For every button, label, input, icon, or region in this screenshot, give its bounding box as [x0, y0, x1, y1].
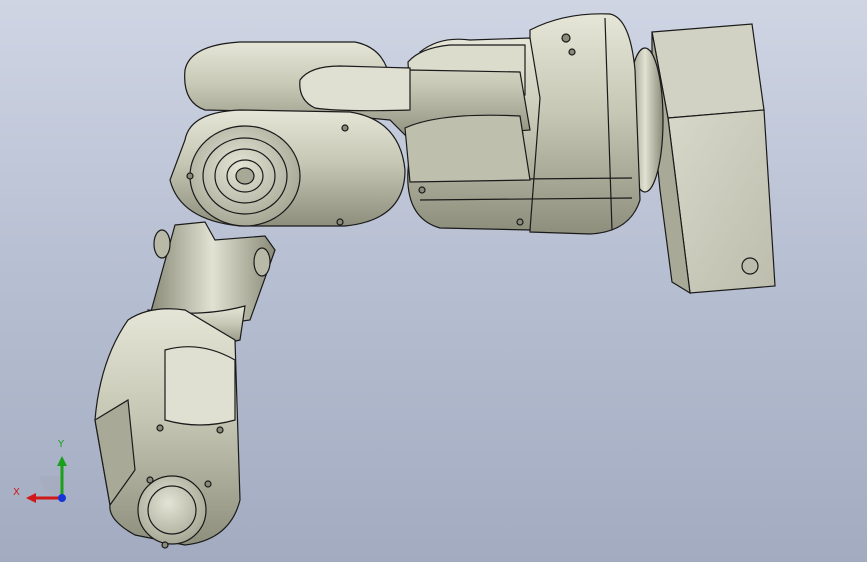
- y-axis-label: Y: [58, 439, 65, 450]
- triad-axes-icon: [26, 456, 67, 503]
- base-joint-housing[interactable]: [529, 13, 641, 235]
- robot-arm-model[interactable]: [0, 0, 867, 562]
- orientation-triad: Y X: [10, 438, 80, 508]
- forearm-link-plate[interactable]: [169, 109, 406, 227]
- base-mount-block[interactable]: [626, 23, 776, 295]
- end-effector-body[interactable]: [94, 308, 241, 549]
- graphics-viewport[interactable]: Y X: [0, 0, 867, 562]
- x-axis-label: X: [13, 487, 20, 498]
